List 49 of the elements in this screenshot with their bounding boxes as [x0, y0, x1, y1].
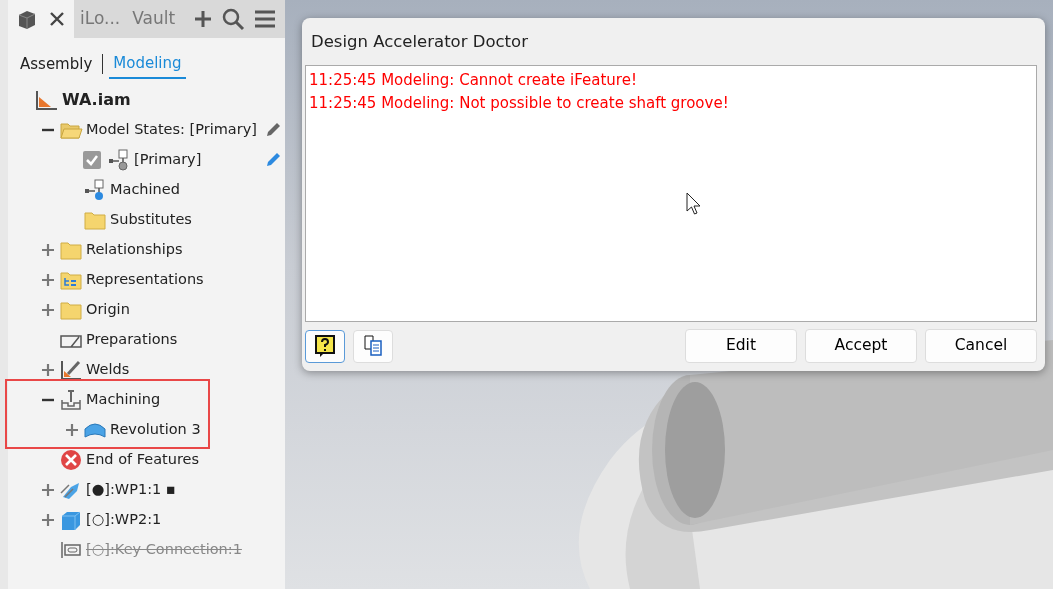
tree-item[interactable]: Revolution 3 — [110, 418, 201, 441]
cube-icon[interactable] — [16, 8, 38, 30]
expand-icon[interactable] — [40, 511, 56, 528]
error-message: 11:25:45 Modeling: Cannot create iFeature! — [309, 69, 638, 91]
tree-item[interactable]: Substitutes — [110, 208, 192, 231]
copy-button[interactable] — [353, 329, 393, 363]
dialog-title: Design Accelerator Doctor — [310, 31, 529, 53]
pencil-icon[interactable] — [264, 120, 282, 139]
tree-item[interactable]: Machined — [110, 178, 180, 201]
expand-icon[interactable] — [40, 481, 56, 498]
model-state-icon — [107, 148, 131, 171]
cursor-icon — [686, 191, 702, 216]
3d-viewport[interactable]: Design Accelerator Doctor 11:25:45 Modeling: Cannot create iFeature! 11:25:45 Modeling: Not possible to create shaft groove! Edit Accept Cancel — [285, 0, 1053, 589]
expand-icon[interactable] — [40, 241, 56, 258]
close-icon[interactable] — [48, 10, 66, 28]
machining-icon — [59, 388, 83, 411]
tree-item[interactable]: End of Features — [86, 448, 200, 471]
tree-item[interactable]: [●]:WP1:1 ▪ — [86, 478, 176, 501]
menu-icon[interactable] — [253, 9, 277, 29]
model-state-icon — [83, 178, 107, 201]
tree-item[interactable]: Representations — [86, 268, 204, 291]
tree-item[interactable]: Relationships — [86, 238, 183, 261]
tree-item[interactable]: Preparations — [86, 328, 178, 351]
tree-item[interactable]: Model States: [Primary] — [86, 118, 257, 141]
plus-icon[interactable] — [193, 9, 213, 29]
copy-icon — [362, 334, 384, 358]
tree-item[interactable]: [Primary] — [134, 148, 202, 171]
tree-item[interactable]: Machining — [86, 388, 161, 411]
dialog-button[interactable]: Accept — [805, 329, 917, 363]
pencil-icon[interactable] — [264, 150, 282, 169]
help-button[interactable] — [305, 329, 345, 363]
tree-item[interactable]: [○]:WP2:1 — [86, 508, 162, 531]
expand-icon[interactable] — [40, 301, 56, 318]
assembly-icon — [35, 88, 59, 111]
tree-item[interactable]: WA.iam — [62, 87, 131, 112]
expand-icon[interactable] — [40, 271, 56, 288]
expand-icon[interactable] — [64, 421, 80, 438]
tree-item[interactable]: Welds — [86, 358, 130, 381]
search-icon[interactable] — [221, 7, 245, 31]
error-message: 11:25:45 Modeling: Not possible to create shaft groove! — [309, 92, 730, 114]
dialog-button[interactable]: Edit — [685, 329, 797, 363]
view-tab[interactable]: Assembly — [16, 51, 97, 78]
weld-icon — [59, 358, 83, 381]
help-icon — [314, 334, 336, 358]
expand-icon[interactable] — [40, 361, 56, 378]
error-icon — [59, 448, 83, 471]
dialog-button[interactable]: Cancel — [925, 329, 1037, 363]
checked-checkbox-icon[interactable] — [82, 149, 102, 170]
tree-item[interactable]: Origin — [86, 298, 130, 321]
